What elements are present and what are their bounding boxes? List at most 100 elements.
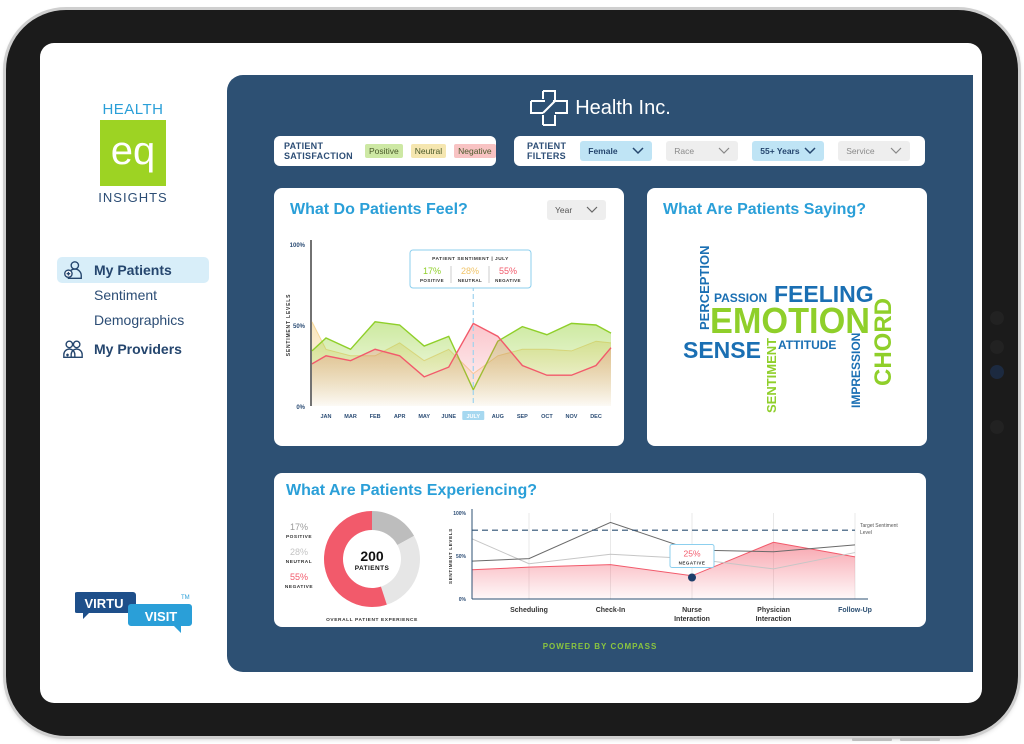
virtuvisit-logo: VIRTU VISIT TM	[75, 592, 192, 633]
healtheq-logo: HEALTH eq INSIGHTS	[98, 101, 168, 205]
tooltip-label: POSITIVE	[420, 278, 444, 283]
target-label: Level	[860, 530, 872, 536]
experience-charts: 17% POSITIVE 28% NEUTRAL 55% NEGATIVE 200PATIE…	[285, 509, 898, 623]
chevron-down-icon	[890, 147, 902, 154]
saying-card: What Are Patients Saying? PERCEPTION PAS…	[647, 188, 927, 446]
filters-label: PATIENT FILTERS	[527, 141, 567, 161]
experiencing-card: What Are Patients Experiencing? 17% POSIT…	[274, 473, 926, 627]
word-impression[interactable]: IMPRESSION	[849, 333, 863, 408]
tooltip-value: 28%	[461, 266, 479, 276]
age-select[interactable]: 55+ Years	[752, 141, 825, 161]
screen: HEALTH eq INSIGHTS My Patients Sentiment…	[40, 43, 982, 703]
legend-label: NEUTRAL	[286, 559, 312, 565]
satisfaction-label: PATIENT SATISFACTION	[284, 141, 353, 161]
donut-center-label: PATIENTS	[355, 565, 390, 572]
sidebar-item-label: My Providers	[94, 341, 182, 357]
volume-button	[852, 738, 892, 741]
sidebar-item-my-patients[interactable]: My Patients	[57, 257, 209, 283]
y-tick-label: 50%	[456, 554, 467, 560]
brand-name: Health Inc.	[575, 96, 671, 119]
word-chord[interactable]: CHORD	[870, 298, 897, 386]
tooltip-label: NEGATIVE	[495, 278, 521, 283]
virtu-text: VIRTU	[85, 596, 124, 611]
sidebar-item-my-providers[interactable]: My Providers	[57, 336, 209, 362]
word-emotion[interactable]: EMOTION	[710, 300, 870, 341]
camera-dot	[990, 420, 1004, 434]
logo-mark: eq	[100, 120, 166, 186]
x-tick-label: FEB	[370, 414, 381, 420]
word-sentiment[interactable]: SENTIMENT	[764, 338, 779, 413]
logo-top-text: HEALTH	[102, 101, 164, 118]
x-tick-label: Physician	[757, 607, 790, 614]
x-tick-label: JAN	[320, 414, 331, 420]
word-cloud: PERCEPTION PASSION FEELING EMOTION SENSE…	[683, 245, 897, 413]
x-tick-label: Interaction	[674, 616, 710, 623]
x-tick-label: APR	[394, 414, 406, 420]
patient-icon	[64, 261, 82, 279]
y-axis-label: SENTIMENT LEVELS	[448, 528, 453, 584]
positive-chip[interactable]: Positive	[364, 144, 403, 158]
x-tick-label: JULY	[466, 414, 480, 420]
sidebar-item-sentiment[interactable]: Sentiment	[57, 283, 209, 308]
x-tick-label: JUNE	[441, 414, 456, 420]
camera-lens	[990, 365, 1004, 379]
x-tick-label: Follow-Up	[838, 607, 872, 614]
service-select[interactable]: Service	[838, 141, 911, 161]
y-tick-label: 0%	[459, 597, 467, 603]
race-select[interactable]: Race	[666, 141, 739, 161]
area-negative	[472, 542, 855, 599]
tooltip-title: PATIENT SENTIMENT | JULY	[432, 256, 509, 262]
tooltip-label: NEUTRAL	[458, 278, 482, 283]
x-tick-label: Nurse	[682, 607, 702, 614]
x-tick-label: Scheduling	[510, 607, 548, 614]
target-label: Target Sentiment	[860, 523, 898, 529]
dashboard-panel: Health Inc. PATIENT SATISFACTION Positive…	[227, 75, 973, 672]
y-tick-label: 100%	[290, 243, 306, 249]
tooltip-value: 17%	[423, 266, 441, 276]
patient-filters-bar: PATIENT FILTERS Female Race 55+ Years Ser…	[514, 136, 925, 166]
sidebar-item-demographics[interactable]: Demographics	[57, 308, 209, 333]
powered-by-footer: POWERED BY COMPASS	[542, 642, 658, 651]
providers-icon	[63, 340, 83, 358]
x-tick-label: DEC	[590, 414, 602, 420]
legend-value: 17%	[290, 522, 308, 532]
logo-bottom-text: INSIGHTS	[98, 190, 168, 205]
sidebar-item-label: My Patients	[94, 262, 172, 278]
camera-dot	[990, 311, 1004, 325]
legend-label: NEGATIVE	[285, 584, 313, 590]
x-tick-label: NOV	[565, 414, 577, 420]
feel-card: What Do Patients Feel? Year 0% 50% 100% SEN…	[274, 188, 624, 446]
legend-value: 28%	[290, 547, 308, 557]
patient-satisfaction-bar: PATIENT SATISFACTION Positive Neutral Neg…	[274, 136, 496, 166]
negative-chip[interactable]: Negative	[454, 144, 496, 158]
legend-value: 55%	[290, 572, 308, 582]
sidebar-nav: My Patients Sentiment Demographics My Pr…	[57, 257, 209, 362]
tooltip-label: NEGATIVE	[679, 561, 706, 566]
y-axis-label: SENTIMENT LEVELS	[286, 294, 292, 357]
legend-label: POSITIVE	[286, 534, 312, 540]
donut-center-value: 200	[360, 548, 384, 564]
chevron-down-icon	[718, 147, 730, 154]
highlight-point	[688, 573, 696, 582]
x-tick-label: OCT	[541, 414, 553, 420]
gender-select[interactable]: Female	[580, 141, 653, 161]
tooltip-value: 55%	[499, 266, 517, 276]
word-attitude[interactable]: ATTITUDE	[778, 338, 836, 352]
brand-header: Health Inc.	[227, 89, 973, 127]
y-tick-label: 50%	[293, 324, 306, 330]
x-tick-label: MAR	[344, 414, 357, 420]
y-tick-label: 0%	[296, 405, 305, 411]
x-tick-label: AUG	[492, 414, 504, 420]
x-tick-label: Interaction	[756, 616, 792, 623]
volume-button	[900, 738, 940, 741]
donut-caption: OVERALL PATIENT EXPERIENCE	[326, 617, 418, 623]
visit-text: VISIT	[145, 609, 178, 624]
camera-dot	[990, 340, 1004, 354]
health-cross-icon	[530, 90, 569, 126]
neutral-chip[interactable]: Neutral	[410, 144, 447, 158]
chevron-down-icon	[804, 147, 816, 155]
x-tick-label: Check-In	[596, 607, 626, 614]
x-tick-label: MAY	[418, 414, 430, 420]
chevron-down-icon	[632, 147, 644, 155]
word-sense[interactable]: SENSE	[683, 337, 761, 363]
